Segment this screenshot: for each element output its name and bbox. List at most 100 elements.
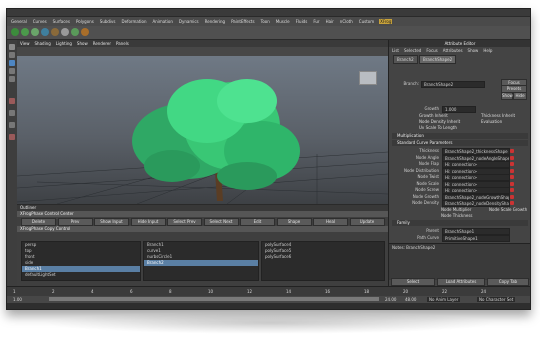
surface-list[interactable]: polySurface4 polySurface5 polySurface6 [261, 241, 385, 281]
attr-menu-focus[interactable]: Focus [426, 48, 437, 53]
param-field[interactable]: BranchShape2_nodeDensityShape [442, 200, 510, 207]
path-curve-field[interactable]: PrimitiveShape1 [442, 235, 510, 242]
load-attributes-button[interactable]: Load Attributes [437, 278, 485, 286]
tab-branchshape2[interactable]: BranchShape2 [419, 55, 457, 64]
tab-branch2[interactable]: Branch2 [393, 55, 418, 64]
branch-field[interactable]: BranchShape2 [421, 81, 485, 88]
node-scale-growth-checkbox[interactable]: Node Scale Growth [489, 207, 527, 212]
tree-icon[interactable] [11, 28, 19, 36]
menu-general[interactable]: General [10, 19, 28, 24]
attr-menu-show[interactable]: Show [468, 48, 479, 53]
range-start[interactable]: 1.00 [13, 297, 22, 302]
menu-polygons[interactable]: Polygons [75, 19, 95, 24]
connection-icon[interactable] [510, 168, 514, 173]
view-cube[interactable] [359, 71, 377, 85]
end-time[interactable]: 48.00 [405, 297, 416, 302]
range-bar[interactable] [49, 297, 379, 301]
attractor-icon[interactable] [81, 28, 89, 36]
growth-inherit-checkbox[interactable]: Growth Inherit [419, 113, 448, 118]
horn-icon[interactable] [71, 28, 79, 36]
character-set-select[interactable]: No Character Set [477, 297, 516, 302]
layout-four-icon[interactable] [9, 110, 15, 116]
3d-viewport[interactable] [17, 56, 388, 204]
evaluation-checkbox[interactable]: Evaluation [481, 119, 502, 124]
connection-icon[interactable] [510, 181, 514, 186]
outliner-list[interactable]: persp top front side Branch1 defaultLightSet [21, 241, 141, 281]
control-button-select-next[interactable]: Select Next [203, 218, 239, 226]
attr-menu-selected[interactable]: Selected [404, 48, 421, 53]
viewport-menu-panels[interactable]: Panels [116, 41, 129, 46]
leaf-icon[interactable] [31, 28, 39, 36]
connection-icon[interactable] [510, 194, 514, 199]
attr-menu-list[interactable]: List [392, 48, 399, 53]
section-family[interactable]: Family [392, 220, 528, 226]
menu-fur[interactable]: Fur [312, 19, 320, 24]
move-tool-icon[interactable] [9, 60, 15, 66]
menu-curves[interactable]: Curves [32, 19, 48, 24]
menu-dynamics[interactable]: Dynamics [178, 19, 200, 24]
menu-ncloth[interactable]: nCloth [339, 19, 354, 24]
viewport-menu-lighting[interactable]: Lighting [56, 41, 72, 46]
command-line[interactable] [7, 303, 530, 309]
menu-animation[interactable]: Animation [152, 19, 174, 24]
menu-deformation[interactable]: Deformation [121, 19, 148, 24]
copy-tab-button[interactable]: Copy Tab [487, 278, 529, 286]
attr-menu-help[interactable]: Help [483, 48, 492, 53]
layout-graph-icon[interactable] [9, 134, 15, 140]
anim-layer-select[interactable]: No Anim Layer [427, 297, 461, 302]
viewport-menu-shading[interactable]: Shading [35, 41, 51, 46]
select-button[interactable]: Select [391, 278, 435, 286]
connection-icon[interactable] [510, 175, 514, 179]
list-item[interactable]: polySurface6 [262, 254, 384, 260]
hydra-icon[interactable] [51, 28, 59, 36]
control-center-header[interactable]: XFrogPhase Control Center [17, 211, 388, 217]
menu-hair[interactable]: Hair [325, 19, 335, 24]
menu-painteffects[interactable]: PaintEffects [230, 19, 256, 24]
scale-tool-icon[interactable] [9, 76, 15, 82]
copy-control-header[interactable]: XFrogPhase Copy Control [17, 226, 388, 232]
thickness-inherit-checkbox[interactable]: Thickness Inherit [481, 113, 515, 118]
uv-scale-checkbox[interactable]: Uv Scale To Length [419, 125, 457, 130]
attr-menu-attributes[interactable]: Attributes [443, 48, 463, 53]
layout-outliner-icon[interactable] [9, 122, 15, 128]
layout-single-icon[interactable] [9, 98, 15, 104]
menu-custom[interactable]: Custom [358, 19, 375, 24]
select-tool-icon[interactable] [9, 44, 15, 50]
menu-fluids[interactable]: Fluids [295, 19, 309, 24]
node-density-inherit-checkbox[interactable]: Node Density Inherit [419, 119, 460, 124]
notes-area[interactable]: Notes: BranchShape2 [389, 243, 530, 280]
control-button-delete[interactable]: Delete [21, 218, 56, 226]
control-button-prev[interactable]: Prev [57, 218, 93, 226]
connection-icon[interactable] [510, 201, 514, 205]
control-button-select-prev[interactable]: Select Prev [167, 218, 202, 226]
control-button-edit[interactable]: Edit [240, 218, 275, 226]
list-item[interactable]: Branch2 [144, 260, 258, 266]
control-button-shape[interactable]: Shape [276, 218, 312, 226]
menu-surfaces[interactable]: Surfaces [52, 19, 71, 24]
menu-xfrog[interactable]: XFrog [379, 19, 393, 24]
connection-icon[interactable] [510, 149, 514, 153]
range-slider[interactable]: 1.00 24.00 48.00 No Anim Layer No Charac… [7, 296, 530, 303]
control-button-heal[interactable]: Heal [313, 218, 348, 226]
branch-icon[interactable] [21, 28, 29, 36]
control-button-hide-input[interactable]: Hide Input [130, 218, 166, 226]
connection-icon[interactable] [510, 162, 514, 166]
parent-field[interactable]: BranchShape1 [442, 228, 510, 235]
branch-list[interactable]: Branch1 curve1 nurbsCircle1 Branch2 [143, 241, 259, 281]
control-button-update[interactable]: Update [349, 218, 385, 226]
section-multiplication[interactable]: Multiplication [392, 133, 528, 139]
menu-rendering[interactable]: Rendering [204, 19, 226, 24]
connection-icon[interactable] [510, 188, 514, 192]
node-thickness-checkbox[interactable]: Node Thickness [441, 213, 472, 218]
lasso-tool-icon[interactable] [9, 52, 15, 58]
list-item[interactable]: defaultLightSet [22, 272, 140, 278]
range-end[interactable]: 24.00 [385, 297, 396, 302]
connection-icon[interactable] [510, 155, 514, 160]
viewport-menu-renderer[interactable]: Renderer [93, 41, 111, 46]
hide-button[interactable]: Hide [513, 92, 527, 100]
menu-toon[interactable]: Toon [260, 19, 271, 24]
menu-subdivs[interactable]: Subdivs [99, 19, 117, 24]
node-multiplier-checkbox[interactable]: Node Multiplier [441, 207, 471, 212]
growth-field[interactable]: 1.000 [442, 106, 476, 113]
wreath-icon[interactable] [61, 28, 69, 36]
